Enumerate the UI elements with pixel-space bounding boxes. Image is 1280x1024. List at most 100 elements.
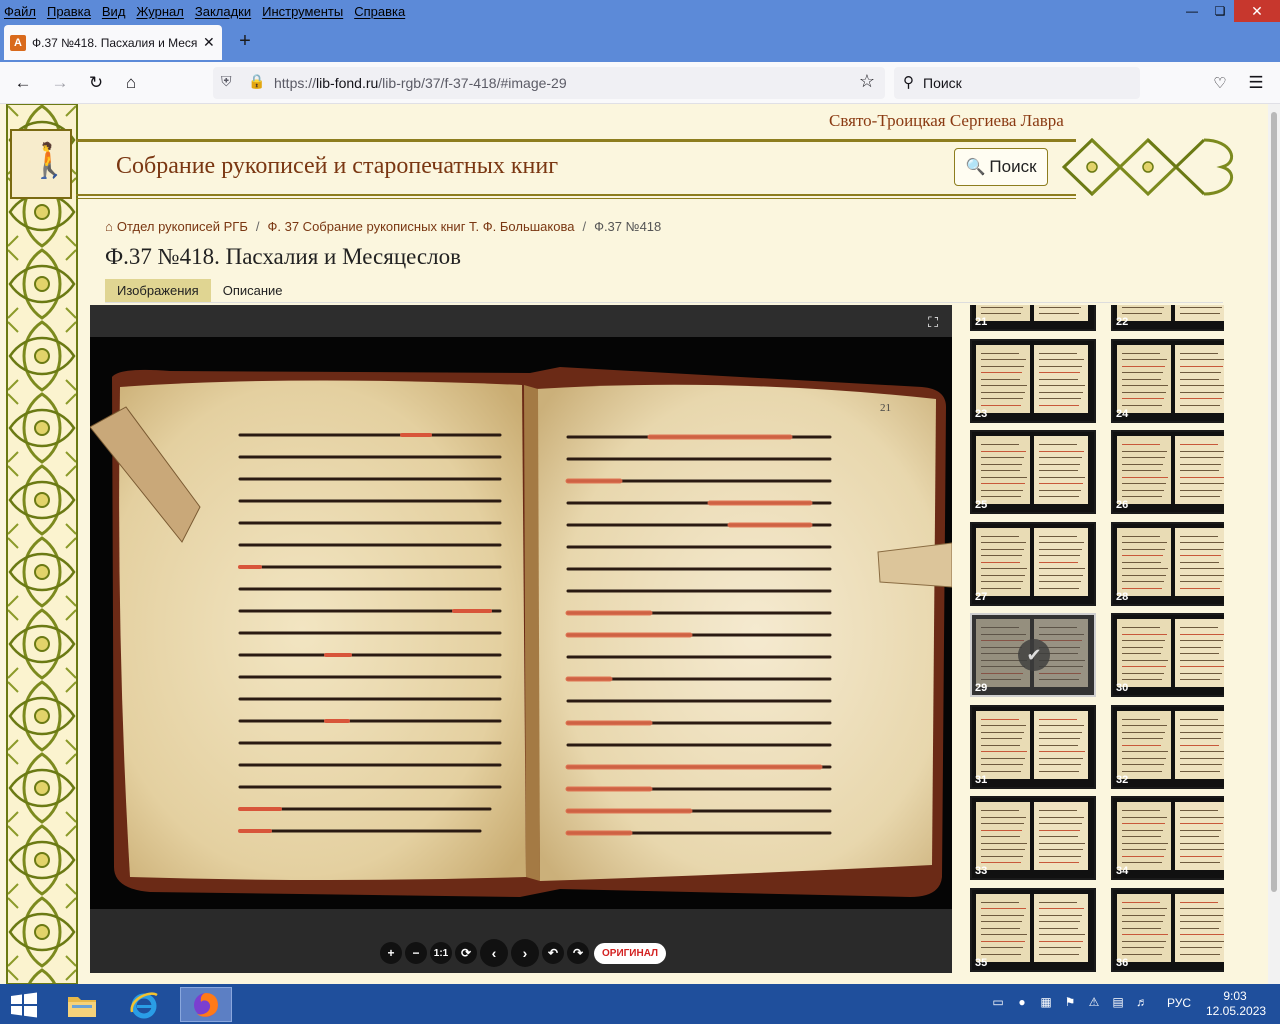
url-bar[interactable]: ⛨ 🔒 https://lib-fond.ru/lib-rgb/37/f-37-… — [213, 67, 885, 99]
system-clock[interactable]: 9:03 12.05.2023 — [1206, 989, 1266, 1019]
hamburger-menu-icon[interactable]: ☰ — [1243, 70, 1269, 96]
thumbnail-text-line — [1122, 947, 1164, 948]
rotate-right-button[interactable]: ↷ — [567, 942, 589, 964]
security-icon[interactable]: ⚠ — [1086, 994, 1102, 1010]
thumbnail-text-line — [1180, 457, 1223, 458]
thumbnail-strip[interactable]: 21 22 23 24 25 26 27 28 ✔ 29 30 31 32 33 34 35 36 — [966, 305, 1224, 973]
thumbnail-page-sheet — [1175, 527, 1224, 596]
thumbnail-number: 26 — [1116, 499, 1129, 511]
rotate-left-button[interactable]: ↶ — [542, 942, 564, 964]
original-image-button[interactable]: ОРИГИНАЛ — [594, 942, 667, 964]
thumbnail-page[interactable]: 22 — [1111, 305, 1224, 331]
thumbnail-page[interactable]: 35 — [970, 887, 1096, 972]
thumbnail-text-line — [1039, 901, 1077, 903]
close-icon[interactable]: ✕ — [1234, 0, 1280, 22]
thumbnail-page[interactable]: 21 — [970, 305, 1096, 331]
thumbnail-text-line — [1180, 666, 1224, 667]
thumbnail-page[interactable]: 24 — [1111, 338, 1224, 423]
thumbnail-page-sheet — [1034, 436, 1088, 504]
reload-icon[interactable]: ↻ — [83, 70, 109, 96]
menu-tools[interactable]: Инструменты — [262, 4, 343, 19]
thumbnail-page[interactable]: 26 — [1111, 430, 1224, 514]
tab-description[interactable]: Описание — [211, 279, 295, 303]
thumbnail-text-line — [981, 496, 1021, 497]
home-icon[interactable]: ⌂ — [118, 70, 144, 96]
menu-edit[interactable]: Правка — [47, 4, 91, 19]
forward-icon[interactable]: → — [47, 70, 73, 96]
zoom-in-button[interactable]: + — [380, 942, 402, 964]
app-tray-icon[interactable]: ▦ — [1038, 994, 1054, 1010]
network-drive-icon[interactable]: ▭ — [990, 994, 1006, 1010]
menu-help[interactable]: Справка — [354, 4, 405, 19]
update-icon[interactable]: ● — [1014, 994, 1030, 1010]
tab-images[interactable]: Изображения — [105, 279, 211, 303]
restore-icon[interactable]: ❏ — [1206, 0, 1234, 22]
thumbnail-text-line — [1039, 457, 1082, 458]
image-viewer[interactable]: ⛶ 21 + − 1:1 ⟳ ‹ › ↶ ↷ ОРИГИНАЛ — [90, 305, 952, 973]
internet-explorer-taskbar-button[interactable] — [118, 987, 170, 1022]
breadcrumb-fond-37[interactable]: Ф. 37 Собрание рукописных книг Т. Ф. Бол… — [268, 219, 575, 234]
lavra-logo[interactable]: 🚶 — [10, 129, 72, 199]
shield-icon[interactable]: ⛨ — [221, 73, 232, 90]
close-tab-icon[interactable]: ✕ — [203, 34, 215, 51]
menu-file[interactable]: Файл — [4, 4, 36, 19]
thumbnail-text-line — [1039, 568, 1085, 569]
thumbnail-text-line — [1039, 731, 1082, 733]
thumbnail-page[interactable]: 23 — [970, 338, 1096, 423]
thumbnail-page[interactable]: 33 — [970, 796, 1096, 880]
lock-icon[interactable]: 🔒 — [248, 73, 265, 90]
tabs-divider — [105, 302, 1223, 303]
page-scrollbar[interactable] — [1268, 104, 1280, 984]
next-image-button[interactable]: › — [511, 939, 539, 967]
thumbnail-page[interactable]: 31 — [970, 704, 1096, 789]
file-explorer-taskbar-button[interactable] — [56, 987, 108, 1022]
thumbnail-text-line — [1122, 725, 1167, 726]
thumbnail-page[interactable]: 27 — [970, 521, 1096, 606]
url-text[interactable]: https://lib-fond.ru/lib-rgb/37/f-37-418/… — [274, 75, 567, 91]
menu-view[interactable]: Вид — [102, 4, 126, 19]
thumbnail-page-sheet — [1034, 893, 1088, 962]
thumbnail-page[interactable]: 32 — [1111, 704, 1224, 789]
pocket-icon[interactable]: ♡ — [1207, 70, 1233, 96]
fullscreen-icon[interactable]: ⛶ — [922, 311, 944, 333]
thumbnail-page[interactable]: 25 — [970, 430, 1096, 514]
firefox-taskbar-button[interactable] — [180, 987, 232, 1022]
thumbnail-text-line — [981, 574, 1025, 576]
actual-size-button[interactable]: 1:1 — [430, 942, 452, 964]
zoom-out-button[interactable]: − — [405, 942, 427, 964]
network-icon[interactable]: ▤ — [1110, 994, 1126, 1010]
firefox-icon — [194, 992, 218, 1017]
browser-search-input[interactable]: ⚲ Поиск — [894, 67, 1140, 99]
reset-rotation-button[interactable]: ⟳ — [455, 942, 477, 964]
thumbnail-page-sheet — [1175, 436, 1224, 504]
thumbnail-text-line — [1122, 483, 1166, 484]
monastery-link[interactable]: Свято-Троицкая Сергиева Лавра — [829, 111, 1064, 131]
breadcrumb-rgb[interactable]: Отдел рукописей РГБ — [117, 219, 248, 234]
bookmark-star-icon[interactable]: ☆ — [859, 71, 875, 92]
input-language[interactable]: РУС — [1167, 996, 1191, 1010]
thumbnail-text-line — [1180, 914, 1223, 916]
menu-bookmarks[interactable]: Закладки — [195, 4, 251, 19]
volume-icon[interactable]: ♬ — [1134, 994, 1150, 1010]
home-icon[interactable]: ⌂ — [105, 219, 113, 234]
minimize-icon[interactable]: — — [1178, 0, 1206, 22]
flag-icon[interactable]: ⚑ — [1062, 994, 1078, 1010]
thumbnail-text-line — [1122, 352, 1160, 354]
windows-start-icon[interactable] — [10, 992, 38, 1018]
back-icon[interactable]: ← — [10, 70, 36, 96]
thumbnail-page[interactable]: 28 — [1111, 521, 1224, 606]
manuscript-page-image[interactable]: 21 — [90, 337, 952, 909]
thumbnail-text-line — [1180, 862, 1220, 863]
menu-history[interactable]: Журнал — [136, 4, 183, 19]
scrollbar-thumb[interactable] — [1271, 112, 1277, 892]
site-title[interactable]: Собрание рукописей и старопечатных книг — [116, 153, 558, 180]
thumbnail-page[interactable]: ✔ 29 — [970, 613, 1096, 697]
previous-image-button[interactable]: ‹ — [480, 939, 508, 967]
thumbnail-page[interactable]: 34 — [1111, 796, 1224, 880]
thumbnail-page[interactable]: 30 — [1111, 613, 1224, 697]
site-search-button[interactable]: 🔍 Поиск — [954, 148, 1048, 186]
browser-tab[interactable]: A Ф.37 №418. Пасхалия и Месяцеслов ✕ — [4, 25, 222, 60]
thumbnail-text-line — [981, 757, 1025, 759]
thumbnail-page[interactable]: 36 — [1111, 887, 1224, 972]
new-tab-icon[interactable]: + — [232, 28, 258, 54]
